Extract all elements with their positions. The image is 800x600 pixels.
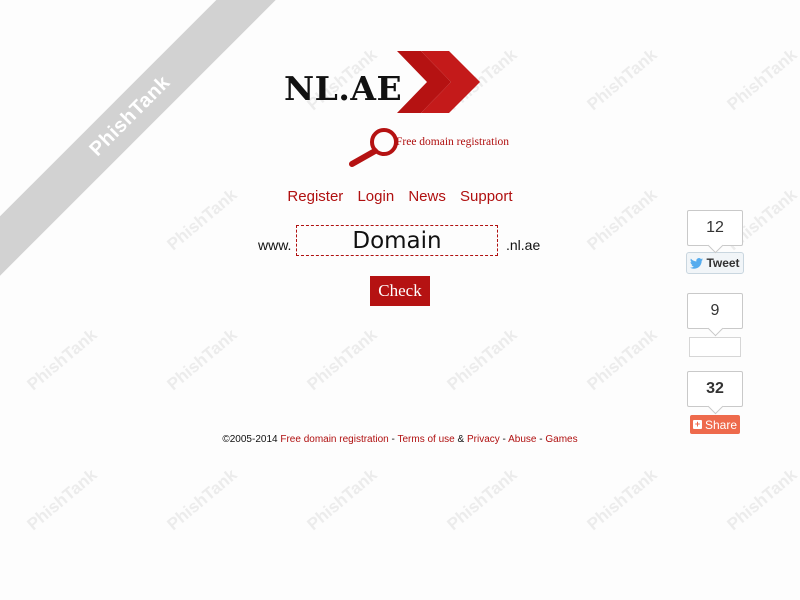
watermark: PhishTank [163,465,241,535]
nav-login[interactable]: Login [357,188,394,205]
watermark: PhishTank [583,325,661,395]
main-nav: Register Login News Support [0,188,800,205]
footer-copyright: ©2005-2014 [222,434,278,445]
nav-support[interactable]: Support [460,188,513,205]
social-widgets: 12 Tweet 9 32 + Share [686,210,744,434]
footer-link-abuse[interactable]: Abuse [508,434,536,445]
footer-link-privacy[interactable]: Privacy [467,434,500,445]
watermark: PhishTank [163,325,241,395]
domain-prefix: www. [258,237,292,253]
second-count: 9 [687,293,743,329]
logo-text: NL.AE [284,69,403,108]
tweet-button[interactable]: Tweet [686,252,744,274]
domain-input[interactable] [296,225,498,256]
logo-tagline: Free domain registration [396,136,510,148]
watermark: PhishTank [303,325,381,395]
footer-link-terms[interactable]: Terms of use [397,434,454,445]
site-logo[interactable]: NL.AE Free domain registration [284,50,544,170]
footer-ampersand: & [457,434,465,445]
footer-separator: - [539,434,543,445]
watermark: PhishTank [443,325,521,395]
tweet-label: Tweet [706,256,740,270]
twitter-count: 12 [687,210,743,246]
check-button[interactable]: Check [370,276,430,306]
watermark: PhishTank [23,465,101,535]
share-label: Share [704,417,738,432]
footer-separator: - [502,434,506,445]
watermark: PhishTank [303,465,381,535]
banner-label: PhishTank [85,71,175,161]
footer-separator: - [391,434,395,445]
watermark: PhishTank [723,465,800,535]
footer-link-free-registration[interactable]: Free domain registration [280,434,388,445]
nav-news[interactable]: News [408,188,446,205]
chevron-arrows-icon [397,51,480,113]
share-count: 32 [687,371,743,407]
plus-icon: + [692,419,702,429]
nav-register[interactable]: Register [287,188,343,205]
footer: ©2005-2014 Free domain registration - Te… [0,434,800,445]
watermark: PhishTank [443,465,521,535]
watermark: PhishTank [723,45,800,115]
share-button[interactable]: + Share [690,415,740,434]
magnifier-icon [349,128,398,167]
twitter-bird-icon [690,257,704,269]
social-button-blank[interactable] [689,337,741,357]
watermark: PhishTank [583,465,661,535]
watermark: PhishTank [23,325,101,395]
watermark: PhishTank [583,45,661,115]
domain-suffix: .nl.ae [506,237,541,253]
footer-link-games[interactable]: Games [545,434,577,445]
